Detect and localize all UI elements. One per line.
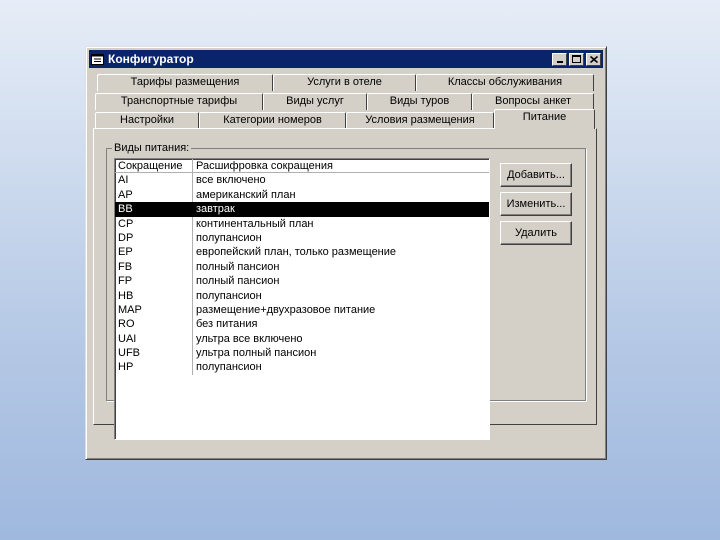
list-item[interactable]: DP полупансион: [115, 230, 489, 246]
header-abbreviation[interactable]: Сокращение: [115, 159, 193, 174]
list-item[interactable]: MAP размещение+двухразовое питание: [115, 302, 489, 318]
list-item-abbreviation: HP: [115, 360, 193, 375]
tab-tour-types[interactable]: Виды туров: [367, 93, 472, 110]
list-item[interactable]: UFB ультра полный пансион: [115, 346, 489, 361]
close-button[interactable]: [586, 52, 601, 66]
list-item-abbreviation: MAP: [115, 302, 193, 318]
list-item-abbreviation: AI: [115, 173, 193, 188]
list-item-abbreviation: UFB: [115, 346, 193, 361]
list-item-description: полупансион: [196, 289, 262, 302]
list-item-description: полный пансион: [196, 260, 280, 273]
tab-settings[interactable]: Настройки: [95, 112, 199, 129]
list-item[interactable]: BB завтрак: [115, 202, 489, 217]
edit-button[interactable]: Изменить...: [500, 192, 572, 216]
list-item[interactable]: UAI ультра все включено: [115, 331, 489, 347]
list-item-description: завтрак: [196, 203, 235, 216]
list-item-abbreviation: AP: [115, 187, 193, 203]
list-item[interactable]: EP европейский план, только размещение: [115, 245, 489, 260]
list-item[interactable]: HB полупансион: [115, 288, 489, 303]
window-title: Конфигуратор: [108, 52, 194, 66]
list-item-abbreviation: FB: [115, 259, 193, 275]
maximize-button[interactable]: [569, 52, 584, 66]
tab-service-classes[interactable]: Классы обслуживания: [416, 74, 594, 91]
delete-button[interactable]: Удалить: [500, 221, 572, 245]
list-item[interactable]: AI все включено: [115, 173, 489, 188]
list-item-description: европейский план, только размещение: [196, 246, 397, 259]
tab-survey-questions[interactable]: Вопросы анкет: [472, 93, 594, 110]
list-item-description: американский план: [196, 188, 296, 201]
list-item-description: континентальный план: [196, 217, 314, 230]
list-item-description: все включено: [196, 174, 266, 187]
list-item[interactable]: RO без питания: [115, 317, 489, 332]
list-item-description: полупансион: [196, 231, 262, 244]
list-item-description: ультра все включено: [196, 332, 303, 345]
list-item[interactable]: HP полупансион: [115, 360, 489, 375]
list-header: Сокращение Расшифровка сокращения: [115, 159, 489, 174]
minimize-icon: [556, 60, 563, 63]
meal-types-label: Виды питания:: [112, 142, 192, 154]
meal-types-list[interactable]: Сокращение Расшифровка сокращения AI все …: [114, 158, 490, 440]
tab-meals[interactable]: Питание: [494, 109, 595, 129]
list-item[interactable]: FP полный пансион: [115, 274, 489, 289]
list-item-description: размещение+двухразовое питание: [196, 303, 376, 316]
list-item-abbreviation: FP: [115, 274, 193, 289]
list-item-description: полупансион: [196, 361, 262, 374]
list-item[interactable]: FB полный пансион: [115, 259, 489, 275]
title-bar[interactable]: Конфигуратор: [89, 50, 603, 68]
maximize-icon: [572, 55, 581, 63]
list-item-description: ультра полный пансион: [196, 347, 317, 360]
header-description[interactable]: Расшифровка сокращения: [193, 159, 489, 174]
list-item-abbreviation: UAI: [115, 331, 193, 347]
add-button[interactable]: Добавить...: [500, 163, 572, 187]
tab-tariffs-accommodation[interactable]: Тарифы размещения: [97, 74, 273, 91]
list-item-abbreviation: EP: [115, 245, 193, 260]
list-item-abbreviation: HB: [115, 288, 193, 303]
tab-transport-tariffs[interactable]: Транспортные тарифы: [95, 93, 263, 110]
tab-hotel-services[interactable]: Услуги в отеле: [273, 74, 416, 91]
list-item-description: полный пансион: [196, 275, 280, 288]
list-item-description: без питания: [196, 318, 258, 331]
minimize-button[interactable]: [552, 52, 567, 66]
tab-room-categories[interactable]: Категории номеров: [199, 112, 346, 129]
close-icon: [589, 55, 598, 63]
list-item-abbreviation: BB: [115, 202, 193, 217]
list-item[interactable]: CP континентальный план: [115, 216, 489, 231]
form-icon: [91, 53, 104, 65]
list-item[interactable]: AP американский план: [115, 187, 489, 203]
tab-service-types[interactable]: Виды услуг: [263, 93, 367, 110]
tab-accommodation-conditions[interactable]: Условия размещения: [346, 112, 494, 129]
list-item-abbreviation: RO: [115, 317, 193, 332]
list-item-abbreviation: DP: [115, 230, 193, 246]
list-item-abbreviation: CP: [115, 216, 193, 231]
